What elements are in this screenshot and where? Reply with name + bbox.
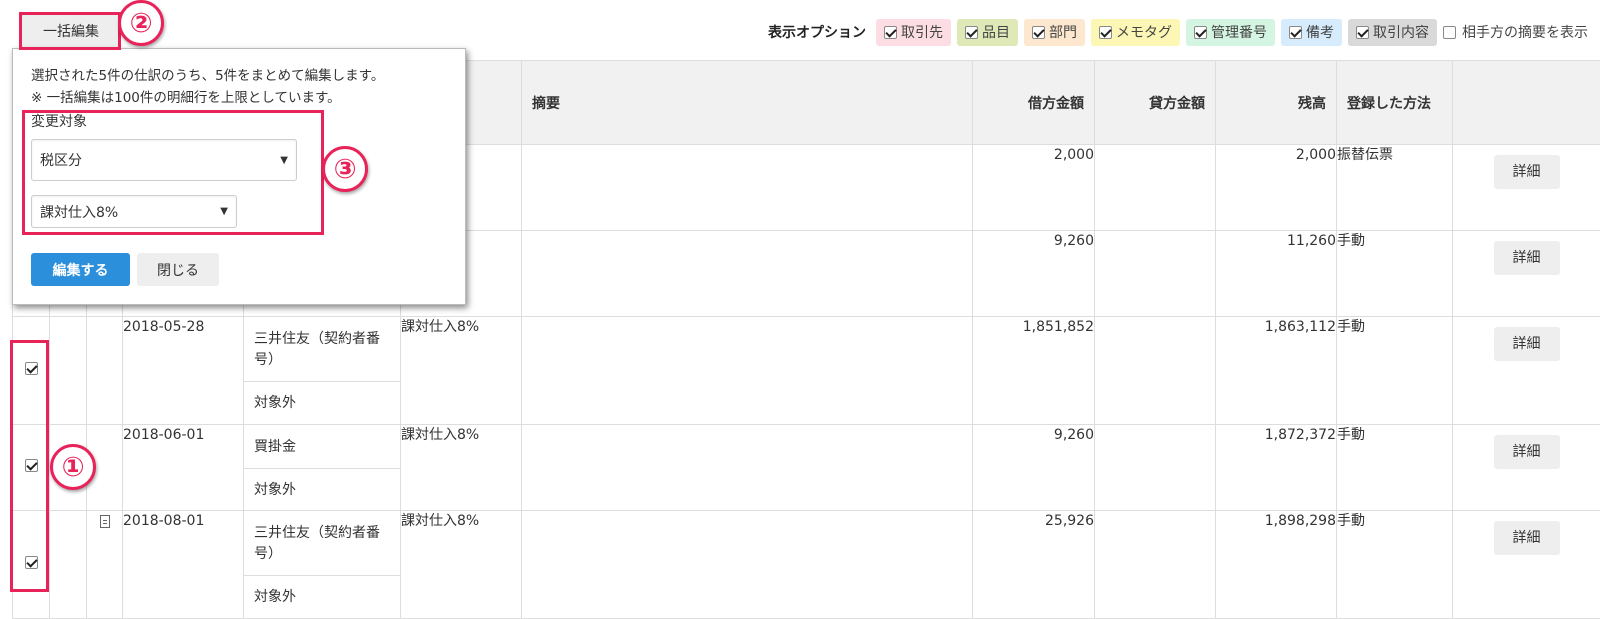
method-cell: 手動 xyxy=(1337,511,1453,619)
method-cell: 手動 xyxy=(1337,425,1453,511)
callout-1: ① xyxy=(50,444,96,490)
table-row: 2018-08-01 三井住友（契約者番号） 対象外 課対仕入8% 25,926… xyxy=(13,511,1600,619)
detail-button[interactable]: 詳細 xyxy=(1494,327,1560,361)
debit-cell: 2,000 xyxy=(973,145,1095,231)
credit-cell xyxy=(1095,317,1216,425)
header-method: 登録した方法 xyxy=(1337,61,1453,145)
method-cell: 振替伝票 xyxy=(1337,145,1453,231)
document-icon[interactable] xyxy=(100,515,110,528)
credit-cell xyxy=(1095,145,1216,231)
date-cell: 2018-05-28 xyxy=(123,317,244,425)
option-show-partner-summary[interactable]: 相手方の摘要を表示 xyxy=(1443,22,1588,42)
header-credit: 貸方金額 xyxy=(1095,61,1216,145)
option-partner[interactable]: 取引先 xyxy=(876,19,951,46)
popup-limit-note: ※ 一括編集は100件の明細行を上限としています。 xyxy=(31,87,384,109)
date-cell: 2018-06-01 xyxy=(123,425,244,511)
table-row: 2018-05-28 三井住友（契約者番号） 対象外 課対仕入8% 1,851,… xyxy=(13,317,1600,425)
debit-cell: 9,260 xyxy=(973,425,1095,511)
method-cell: 手動 xyxy=(1337,317,1453,425)
bulk-edit-popup: 選択された5件の仕訳のうち、5件をまとめて編集します。 ※ 一括編集は100件の… xyxy=(12,48,466,305)
callout-3: ③ xyxy=(322,146,368,192)
account-cell: 三井住友（契約者番号） xyxy=(244,317,400,381)
display-options-label: 表示オプション xyxy=(768,22,866,42)
detail-button[interactable]: 詳細 xyxy=(1494,521,1560,555)
table-row: 2018-06-01 買掛金 対象外 課対仕入8% 9,260 1,872,37… xyxy=(13,425,1600,511)
popup-message: 選択された5件の仕訳のうち、5件をまとめて編集します。 xyxy=(31,65,384,87)
row-checkbox[interactable] xyxy=(25,362,38,375)
option-memo-tag[interactable]: メモタグ xyxy=(1091,19,1180,46)
header-summary: 摘要 xyxy=(522,61,973,145)
callout-2: ② xyxy=(118,0,164,46)
detail-button[interactable]: 詳細 xyxy=(1494,155,1560,189)
balance-cell: 1,863,112 xyxy=(1216,317,1337,425)
row-checkbox[interactable] xyxy=(25,556,38,569)
account-cell: 三井住友（契約者番号） xyxy=(244,511,400,575)
tax-cell: 課対仕入8% xyxy=(401,317,522,425)
balance-cell: 2,000 xyxy=(1216,145,1337,231)
account-cell: 買掛金 xyxy=(244,425,400,468)
credit-cell xyxy=(1095,425,1216,511)
option-item[interactable]: 品目 xyxy=(957,19,1018,46)
option-management-number[interactable]: 管理番号 xyxy=(1186,19,1275,46)
detail-button[interactable]: 詳細 xyxy=(1494,241,1560,275)
change-target-label: 変更対象 xyxy=(31,111,87,131)
option-department[interactable]: 部門 xyxy=(1024,19,1085,46)
checkbox-icon[interactable] xyxy=(965,26,978,39)
close-button[interactable]: 閉じる xyxy=(137,253,219,286)
balance-cell: 1,898,298 xyxy=(1216,511,1337,619)
checkbox-icon[interactable] xyxy=(1289,26,1302,39)
debit-cell: 25,926 xyxy=(973,511,1095,619)
row-checkbox[interactable] xyxy=(25,459,38,472)
credit-cell xyxy=(1095,231,1216,317)
header-balance: 残高 xyxy=(1216,61,1337,145)
checkbox-icon[interactable] xyxy=(884,26,897,39)
bulk-edit-button[interactable]: 一括編集 xyxy=(21,14,121,48)
detail-button[interactable]: 詳細 xyxy=(1494,435,1560,469)
change-target-select[interactable]: 税区分 ▼ xyxy=(31,139,297,181)
checkbox-icon[interactable] xyxy=(1099,26,1112,39)
balance-cell: 1,872,372 xyxy=(1216,425,1337,511)
date-cell: 2018-08-01 xyxy=(123,511,244,619)
checkbox-icon[interactable] xyxy=(1356,26,1369,39)
tax-cell: 課対仕入8% xyxy=(401,511,522,619)
submit-edit-button[interactable]: 編集する xyxy=(31,253,130,286)
tax-category-cell: 対象外 xyxy=(244,468,400,509)
tax-category-cell: 対象外 xyxy=(244,381,400,422)
option-remarks[interactable]: 備考 xyxy=(1281,19,1342,46)
tax-category-cell: 対象外 xyxy=(244,575,400,616)
checkbox-icon[interactable] xyxy=(1443,26,1456,39)
header-debit: 借方金額 xyxy=(973,61,1095,145)
tax-cell: 課対仕入8% xyxy=(401,425,522,511)
tax-category-select[interactable]: 課対仕入8% ▼ xyxy=(31,195,237,228)
credit-cell xyxy=(1095,511,1216,619)
checkbox-icon[interactable] xyxy=(1032,26,1045,39)
balance-cell: 11,260 xyxy=(1216,231,1337,317)
debit-cell: 9,260 xyxy=(973,231,1095,317)
display-options: 表示オプション 取引先 品目 部門 メモタグ 管理番号 備考 取引内容 相手方の… xyxy=(768,18,1588,46)
caret-down-icon: ▼ xyxy=(220,206,228,217)
debit-cell: 1,851,852 xyxy=(973,317,1095,425)
caret-down-icon: ▼ xyxy=(280,155,288,166)
checkbox-icon[interactable] xyxy=(1194,26,1207,39)
method-cell: 手動 xyxy=(1337,231,1453,317)
option-transaction-content[interactable]: 取引内容 xyxy=(1348,19,1437,46)
